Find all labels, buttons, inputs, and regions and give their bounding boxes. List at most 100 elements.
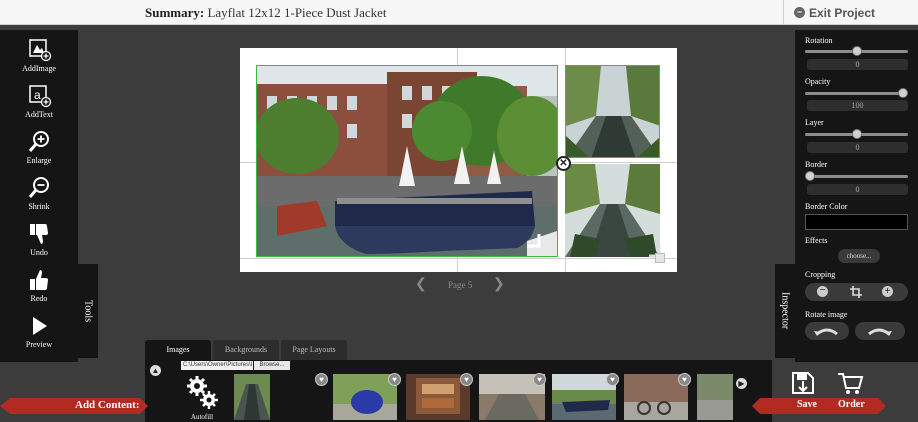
inspector-tab[interactable]: Inspector: [775, 264, 795, 358]
project-summary: Summary: Layflat 12x12 1-Piece Dust Jack…: [145, 5, 387, 21]
svg-text:a: a: [34, 88, 41, 102]
undo-tool[interactable]: Undo: [0, 222, 78, 257]
border-slider-knob[interactable]: [805, 171, 815, 181]
tools-tab[interactable]: Tools: [78, 264, 98, 358]
photo-canal-bottom[interactable]: [565, 164, 660, 257]
opacity-slider[interactable]: [805, 88, 908, 98]
crop-zoom-out-icon[interactable]: −: [817, 286, 828, 297]
close-circle-icon: −: [794, 7, 805, 18]
enlarge-tool[interactable]: Enlarge: [0, 130, 78, 165]
crop-icon[interactable]: [850, 286, 862, 298]
tab-page-layouts[interactable]: Page Layouts: [281, 340, 347, 360]
tray-scroll-up-icon[interactable]: ▲: [150, 365, 161, 376]
order-button[interactable]: Order: [838, 399, 865, 410]
exit-project-label: Exit Project: [809, 5, 876, 20]
border-label: Border: [805, 160, 828, 169]
layer-value[interactable]: 0: [807, 142, 908, 153]
effects-label: Effects: [805, 236, 828, 245]
folder-path-input[interactable]: C:\Users\Owner\Pictures\I: [181, 361, 253, 370]
redo-label: Redo: [30, 294, 48, 303]
next-page-icon[interactable]: ❯: [493, 278, 505, 292]
add-image-tool[interactable]: AddImage: [0, 38, 78, 73]
canal-boat-image: [257, 66, 557, 256]
choose-effects-button[interactable]: choose...: [838, 249, 880, 263]
summary-value: Layflat 12x12 1-Piece Dust Jacket: [207, 5, 387, 20]
rotate-left-button[interactable]: [805, 322, 849, 340]
thumbnail-7[interactable]: [697, 374, 733, 420]
favorite-icon[interactable]: ♥: [388, 373, 401, 386]
inspector-tab-label: Inspector: [779, 292, 791, 330]
add-content-label: Add Content:: [75, 399, 140, 411]
tray-scroll-right-icon[interactable]: ▶: [736, 378, 747, 389]
redo-tool[interactable]: Redo: [0, 268, 78, 303]
main-photo-canal-boat[interactable]: [256, 65, 558, 257]
border-color-label: Border Color: [805, 202, 848, 211]
photo-canal-top[interactable]: [565, 65, 660, 158]
add-text-label: AddText: [25, 110, 53, 119]
autofill-button[interactable]: Autofill: [184, 372, 220, 422]
rotate-right-icon: [868, 328, 892, 336]
favorite-icon[interactable]: ♥: [315, 373, 328, 386]
resize-corner-icon: [527, 234, 541, 248]
tab-images[interactable]: Images: [145, 340, 211, 360]
opacity-slider-knob[interactable]: [898, 88, 908, 98]
tab-backgrounds[interactable]: Backgrounds: [213, 340, 279, 360]
rotation-label: Rotation: [805, 36, 833, 45]
cart-icon[interactable]: [836, 370, 864, 396]
crop-zoom-in-icon[interactable]: +: [882, 286, 893, 297]
undo-label: Undo: [30, 248, 48, 257]
inspector-panel: Rotation 0 Opacity 100 Layer 0 Border 0 …: [795, 30, 918, 362]
page-corner-handle[interactable]: [655, 253, 665, 263]
layer-slider[interactable]: [805, 129, 908, 139]
layer-label: Layer: [805, 118, 824, 127]
canal-bottom-image: [565, 164, 660, 257]
page-canvas[interactable]: ✕: [240, 48, 677, 272]
tools-panel: AddImage a AddText Enlarge Shrink Undo R…: [0, 30, 78, 362]
rotate-left-icon: [814, 328, 838, 336]
border-slider[interactable]: [805, 171, 908, 181]
thumbs-up-icon: [30, 270, 48, 290]
add-content-banner: Add Content:: [0, 396, 148, 416]
favorite-icon[interactable]: ♥: [678, 373, 691, 386]
opacity-value[interactable]: 100: [807, 100, 908, 111]
favorite-icon[interactable]: ♥: [460, 373, 473, 386]
gears-icon: [187, 376, 218, 409]
resize-handle-main[interactable]: [525, 232, 541, 248]
shrink-label: Shrink: [28, 202, 50, 211]
thumbnail-image: [234, 374, 270, 420]
preview-tool[interactable]: Preview: [0, 314, 78, 349]
page-number-label: Page 5: [448, 280, 473, 290]
zoom-out-icon: [28, 177, 49, 198]
border-color-swatch[interactable]: [805, 214, 908, 230]
layer-slider-knob[interactable]: [852, 129, 862, 139]
canal-top-image: [566, 66, 659, 157]
page-navigator: ❮ Page 5 ❯: [415, 278, 505, 292]
rotation-value[interactable]: 0: [807, 59, 908, 70]
zoom-in-icon: [28, 131, 49, 152]
play-icon: [33, 317, 47, 335]
add-text-tool[interactable]: a AddText: [0, 84, 78, 119]
rotation-slider[interactable]: [805, 46, 908, 56]
bottom-guide: [240, 258, 677, 259]
browse-button[interactable]: Browse...: [254, 361, 290, 370]
rotate-right-button[interactable]: [855, 322, 905, 340]
save-button[interactable]: Save: [797, 399, 817, 410]
header-bar: Summary: Layflat 12x12 1-Piece Dust Jack…: [0, 0, 918, 25]
preview-label: Preview: [25, 340, 53, 349]
exit-project-button[interactable]: − Exit Project: [783, 0, 918, 25]
add-image-icon: [29, 39, 52, 62]
enlarge-label: Enlarge: [26, 156, 52, 165]
thumbs-down-icon: [30, 224, 48, 244]
remove-photo-handle[interactable]: ✕: [556, 156, 571, 171]
border-value[interactable]: 0: [807, 184, 908, 195]
rotation-slider-knob[interactable]: [852, 46, 862, 56]
save-icon[interactable]: [790, 370, 816, 396]
thumbnail-1[interactable]: [234, 374, 270, 420]
favorite-icon[interactable]: ♥: [606, 373, 619, 386]
shrink-tool[interactable]: Shrink: [0, 176, 78, 211]
favorite-icon[interactable]: ♥: [533, 373, 546, 386]
prev-page-icon[interactable]: ❮: [415, 278, 427, 292]
add-text-icon: a: [29, 85, 52, 108]
autofill-label: Autofill: [190, 413, 214, 421]
cropping-label: Cropping: [805, 270, 836, 279]
